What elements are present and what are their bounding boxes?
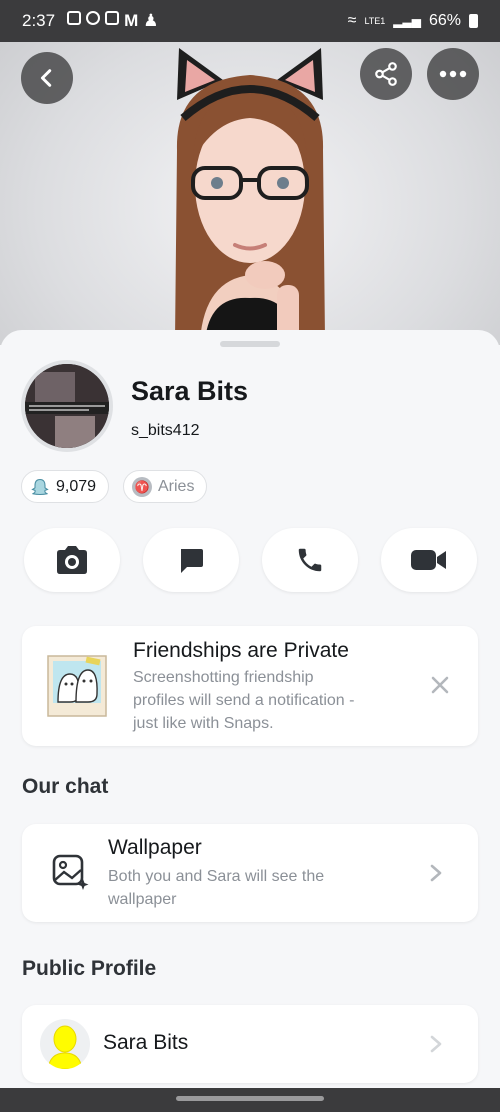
video-icon — [411, 550, 446, 570]
whatsapp-icon — [86, 11, 101, 25]
profile-sheet: Sara Bits s_bits412 9,079 ♈ Aries Friend… — [0, 330, 500, 1112]
chevron-right-icon — [430, 1035, 442, 1053]
username: s_bits412 — [131, 422, 200, 439]
privacy-card-subtitle: Screenshotting friendship profiles will … — [133, 669, 355, 732]
notification-icon — [67, 11, 82, 25]
zodiac-label: Aries — [158, 477, 195, 495]
friendship-privacy-card: Friendships are Private Screenshotting f… — [22, 626, 478, 746]
public-avatar — [40, 1019, 90, 1069]
chevron-left-icon — [40, 69, 52, 87]
app-icon — [105, 11, 120, 25]
profile-photo-image — [25, 364, 109, 448]
more-button[interactable] — [427, 48, 479, 100]
call-button[interactable] — [262, 528, 358, 592]
wallpaper-title: Wallpaper — [108, 836, 202, 859]
wallpaper-row[interactable]: Wallpaper Both you and Sara will see the… — [22, 824, 478, 922]
our-chat-heading: Our chat — [22, 775, 109, 798]
wallpaper-icon — [52, 854, 89, 890]
snap-score-badge[interactable]: 9,079 — [21, 470, 110, 503]
share-icon — [375, 62, 397, 86]
camera-button[interactable] — [24, 528, 120, 592]
wifi-icon: ≈ — [347, 12, 357, 29]
chevron-right-icon — [430, 864, 442, 882]
sheet-grabber[interactable] — [220, 341, 280, 347]
bitmoji-avatar — [175, 48, 325, 340]
share-button[interactable] — [360, 48, 412, 100]
phone-icon — [298, 548, 322, 572]
wallpaper-subtitle: Both you and Sara will see the wallpaper — [108, 868, 325, 908]
video-call-button[interactable] — [381, 528, 477, 592]
status-time: 2:37 — [22, 11, 56, 30]
profile-picture[interactable] — [21, 360, 113, 452]
bitmoji-header: 2:37 M ♟ ≈ LTE1 ▂▃▅ 66% — [0, 0, 500, 345]
home-indicator[interactable] — [176, 1096, 324, 1101]
chat-button[interactable] — [143, 528, 239, 592]
person-icon: ♟ — [143, 11, 159, 30]
gmail-icon: M — [124, 11, 139, 30]
snap-score-value: 9,079 — [56, 477, 97, 495]
battery-icon — [469, 14, 478, 28]
battery-percent: 66% — [428, 12, 461, 29]
chat-icon — [181, 549, 203, 573]
display-name: Sara Bits — [131, 376, 249, 406]
ghost-icon — [31, 478, 49, 495]
back-button[interactable] — [21, 52, 73, 104]
more-horizontal-icon — [439, 70, 467, 78]
friendship-illustration-icon — [47, 655, 107, 717]
camera-icon — [57, 546, 87, 574]
network-label: LTE1 — [364, 15, 386, 26]
privacy-card-title: Friendships are Private — [133, 639, 349, 662]
system-navigation-bar — [0, 1088, 500, 1112]
signal-icon: ▂▃▅ — [393, 14, 421, 28]
zodiac-badge[interactable]: ♈ Aries — [123, 470, 208, 503]
public-profile-row[interactable]: Sara Bits — [22, 1005, 478, 1083]
person-silhouette-icon — [47, 1025, 83, 1069]
close-icon[interactable] — [431, 676, 449, 694]
public-profile-name: Sara Bits — [103, 1031, 189, 1054]
public-profile-heading: Public Profile — [22, 957, 157, 980]
status-bar: 2:37 M ♟ ≈ LTE1 ▂▃▅ 66% — [0, 0, 500, 42]
aries-icon: ♈ — [132, 476, 152, 497]
